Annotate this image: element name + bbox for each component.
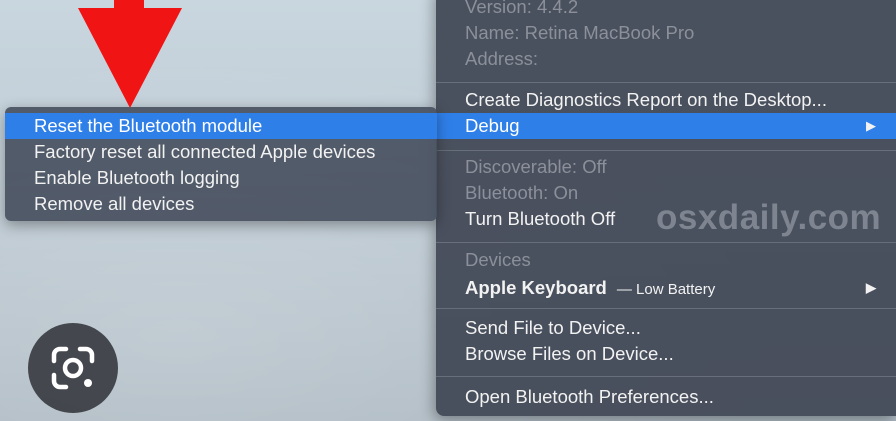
open-bluetooth-preferences-item[interactable]: Open Bluetooth Preferences... <box>436 384 896 410</box>
enable-bluetooth-logging-item[interactable]: Enable Bluetooth logging <box>5 165 437 191</box>
red-down-arrow <box>78 0 182 108</box>
name-label: Name: Retina MacBook Pro <box>465 22 695 43</box>
device-battery-status: — Low Battery <box>616 281 716 298</box>
factory-reset-devices-item[interactable]: Factory reset all connected Apple device… <box>5 139 437 165</box>
discoverable-status: Discoverable: Off <box>465 156 607 177</box>
debug-menu-item[interactable]: Debug ▶ <box>436 113 896 139</box>
menu-separator <box>436 82 896 83</box>
address-label: Address: <box>465 48 539 69</box>
browse-files-item[interactable]: Browse Files on Device... <box>436 341 896 367</box>
menu-separator <box>436 150 896 151</box>
chevron-right-icon: ▶ <box>866 280 876 295</box>
watermark: osxdaily.com <box>656 198 882 237</box>
send-file-item[interactable]: Send File to Device... <box>436 315 896 341</box>
device-apple-keyboard-item[interactable]: Apple Keyboard — Low Battery ▶ <box>436 275 896 301</box>
google-lens-button[interactable] <box>28 323 118 413</box>
debug-submenu: Reset the Bluetooth module Factory reset… <box>5 107 437 221</box>
menu-separator <box>436 242 896 243</box>
google-lens-icon <box>51 346 95 390</box>
debug-label: Debug <box>465 115 520 136</box>
menu-separator <box>436 308 896 309</box>
reset-bluetooth-module-item[interactable]: Reset the Bluetooth module <box>5 113 437 139</box>
devices-header: Devices <box>465 249 531 270</box>
remove-all-devices-item[interactable]: Remove all devices <box>5 191 437 217</box>
create-diagnostics-report-item[interactable]: Create Diagnostics Report on the Desktop… <box>436 87 896 113</box>
menu-separator <box>436 376 896 377</box>
chevron-right-icon: ▶ <box>866 118 876 133</box>
device-name: Apple Keyboard <box>465 277 607 298</box>
version-label: Version: 4.4.2 <box>465 0 579 17</box>
